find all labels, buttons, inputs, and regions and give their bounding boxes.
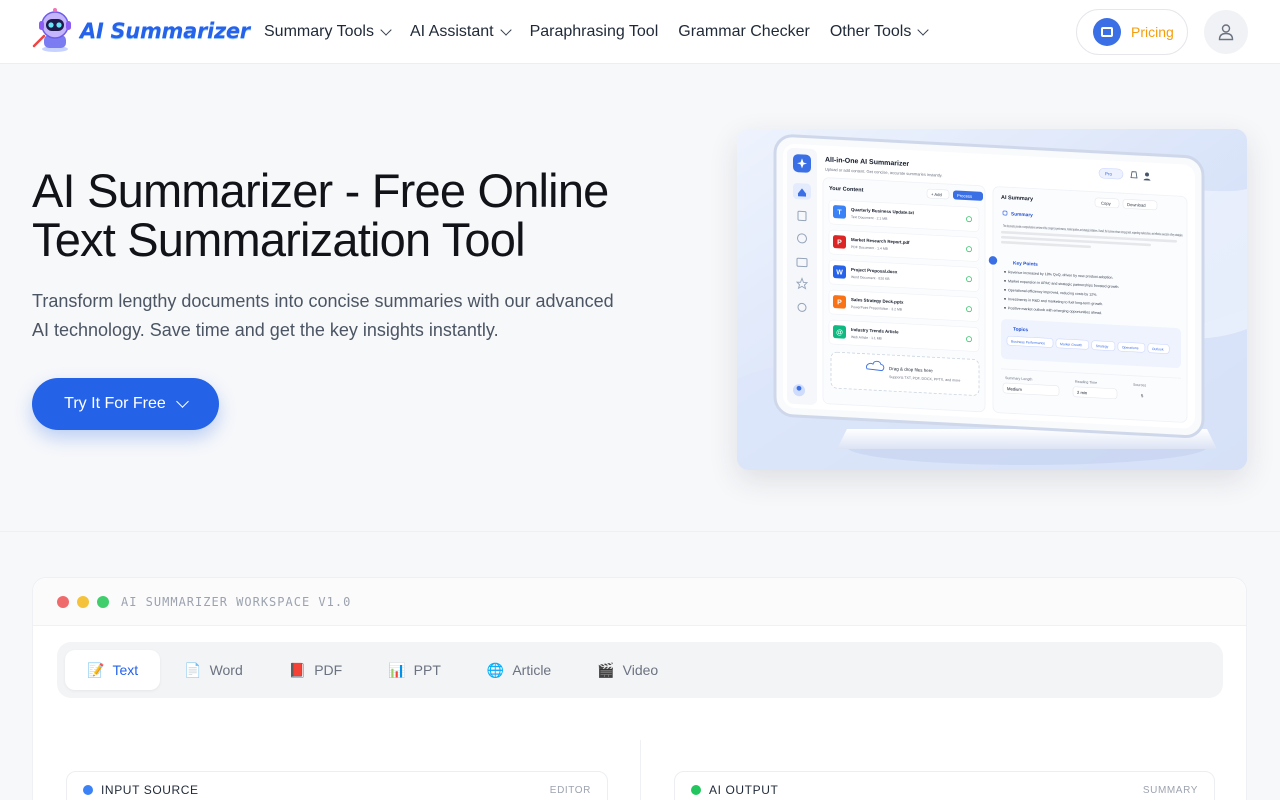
wallet-icon: [1093, 18, 1121, 46]
tab-word[interactable]: 📄 Word: [162, 650, 265, 690]
panel-divider: [640, 740, 641, 800]
globe-icon: 🌐: [486, 661, 505, 678]
menu-item-ai-assistant[interactable]: AI Assistant: [409, 23, 512, 41]
window-close-dot: [57, 595, 69, 608]
document-icon: 📄: [184, 661, 202, 678]
tab-pdf[interactable]: 📕 PDF: [267, 650, 364, 690]
clapper-icon: 🎬: [597, 661, 615, 678]
window-maximize-dot: [97, 595, 109, 608]
pricing-label: Pricing: [1131, 24, 1174, 40]
menu-item-label: AI Assistant: [409, 23, 494, 40]
mockup-topic-chip: Market Growth: [1055, 338, 1089, 350]
chevron-down-icon: [380, 23, 392, 36]
summarizer-workspace: AI SUMMARIZER WORKSPACE V1.0 📝 Text 📄 Wo…: [32, 577, 1247, 800]
memo-icon: 📝: [87, 661, 105, 678]
menu-item-label: Summary Tools: [264, 23, 374, 40]
ai-output-panel: AI OUTPUT SUMMARY: [674, 771, 1215, 800]
output-panel-tag: SUMMARY: [1142, 784, 1198, 796]
tab-label: Word: [209, 662, 243, 678]
topic-label: Outlook: [1152, 347, 1164, 352]
user-icon: [1218, 24, 1234, 41]
menu-item-label: Paraphrasing Tool: [529, 23, 659, 40]
mockup-reading-value: 2 min: [1077, 390, 1088, 396]
file-type-letter: P: [837, 239, 842, 246]
source-type-tabs: 📝 Text 📄 Word 📕 PDF 📊 PPT 🌐 Article 🎬 Vi…: [57, 642, 1223, 698]
file-type-letter: T: [837, 209, 842, 216]
status-dot: [691, 785, 701, 795]
pricing-button[interactable]: Pricing: [1076, 9, 1188, 55]
cta-label: Try It For Free: [64, 395, 166, 412]
menu-item-paraphrasing-tool[interactable]: Paraphrasing Tool: [530, 23, 659, 41]
robot-logo-icon: [32, 8, 78, 54]
menu-item-grammar-checker[interactable]: Grammar Checker: [678, 23, 810, 41]
tab-video[interactable]: 🎬 Video: [575, 650, 680, 690]
mockup-summary-heading: Summary: [1011, 211, 1033, 218]
file-type-letter: P: [837, 299, 842, 306]
site-logo[interactable]: AI Summarizer: [32, 8, 250, 54]
mockup-process-label: Process: [957, 193, 972, 199]
input-panel-label: INPUT SOURCE: [101, 783, 199, 797]
tab-ppt[interactable]: 📊 PPT: [366, 650, 463, 690]
tab-label: Article: [512, 662, 552, 678]
page-title: AI Summarizer - Free Online Text Summari…: [32, 164, 609, 266]
menu-item-label: Grammar Checker: [678, 23, 810, 40]
mockup-length-value: Medium: [1007, 386, 1022, 392]
menu-item-other-tools[interactable]: Other Tools: [829, 23, 930, 41]
mockup-copy-label: Copy: [1101, 201, 1112, 207]
tab-text[interactable]: 📝 Text: [65, 650, 161, 690]
input-panel-tag: EDITOR: [549, 784, 591, 796]
logo-text: AI Summarizer: [80, 19, 250, 43]
mockup-sources-label: Sources: [1133, 383, 1146, 388]
workspace-titlebar: AI SUMMARIZER WORKSPACE V1.0: [33, 578, 1246, 626]
mockup-pro-label: Pro: [1105, 171, 1112, 176]
book-icon: 📕: [288, 661, 307, 678]
mockup-add-label: + Add: [931, 192, 942, 198]
section-divider: [0, 531, 1280, 532]
mockup-topic-chip: Outlook: [1147, 343, 1170, 354]
file-type-letter: @: [836, 329, 843, 336]
hero-app-mockup-image: All-in-One AI Summarizer Upload or add c…: [737, 129, 1247, 470]
mockup-topics-heading: Topics: [1013, 326, 1028, 333]
top-navbar: AI Summarizer Summary Tools AI Assistant…: [0, 0, 1280, 64]
mockup-download-label: Download: [1127, 202, 1146, 208]
file-type-letter: W: [836, 269, 843, 276]
input-panel-header: INPUT SOURCE EDITOR: [67, 772, 607, 800]
chevron-down-icon: [917, 23, 930, 36]
output-panel-header: AI OUTPUT SUMMARY: [675, 772, 1214, 800]
mockup-topic-chip: Operations: [1117, 341, 1146, 353]
status-dot: [83, 785, 93, 795]
tab-label: PDF: [314, 662, 343, 678]
window-minimize-dot: [77, 595, 89, 608]
try-it-free-button[interactable]: Try It For Free: [32, 378, 219, 430]
tab-article[interactable]: 🌐 Article: [465, 650, 573, 690]
chevron-down-icon: [175, 395, 189, 408]
menu-item-summary-tools[interactable]: Summary Tools: [264, 23, 392, 41]
input-source-panel: INPUT SOURCE EDITOR: [66, 771, 608, 800]
user-account-button[interactable]: [1204, 10, 1248, 54]
topic-label: Strategy: [1096, 344, 1109, 349]
bar-chart-icon: 📊: [388, 661, 406, 678]
output-panel-label: AI OUTPUT: [709, 783, 779, 797]
tab-label: Video: [622, 662, 659, 678]
main-menu: Summary Tools AI Assistant Paraphrasing …: [264, 0, 947, 64]
mockup-topic-chip: Strategy: [1091, 340, 1116, 351]
hero-subtitle: Transform lengthy documents into concise…: [32, 291, 614, 340]
workspace-title: AI SUMMARIZER WORKSPACE V1.0: [121, 594, 352, 609]
tab-label: Text: [112, 662, 139, 678]
chevron-down-icon: [499, 23, 512, 36]
menu-item-label: Other Tools: [829, 23, 912, 40]
tab-label: PPT: [413, 662, 441, 678]
